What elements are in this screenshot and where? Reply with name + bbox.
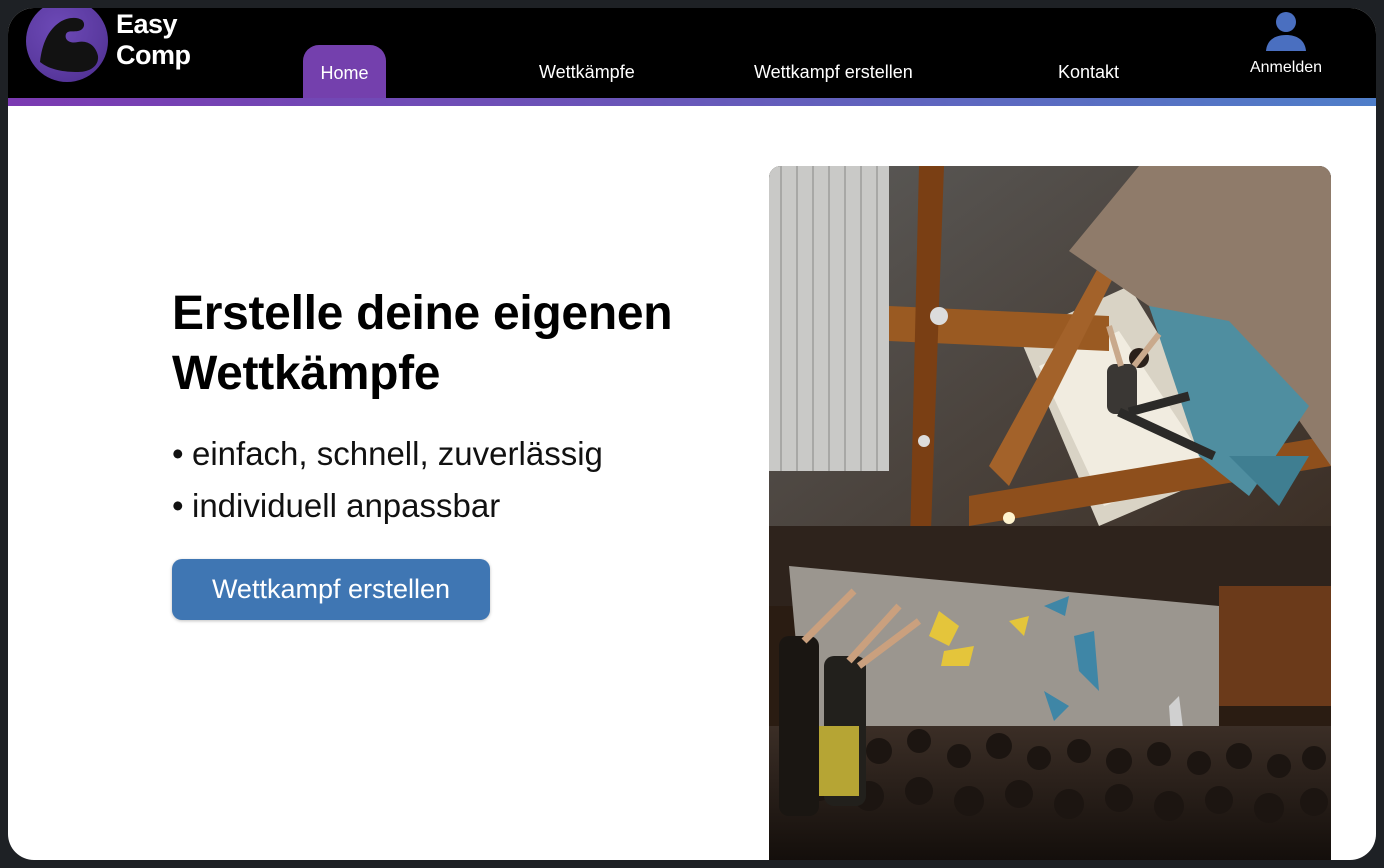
brand-logo[interactable] <box>26 8 108 82</box>
nav-item-home[interactable]: Home <box>303 45 386 100</box>
feature-item-text: einfach, schnell, zuverlässig <box>192 435 603 472</box>
feature-item: • einfach, schnell, zuverlässig <box>172 428 603 480</box>
hero-photo-climbing-competition <box>769 166 1331 860</box>
nav-item-kontakt[interactable]: Kontakt <box>1058 62 1119 83</box>
climbing-hall-illustration <box>769 166 1331 860</box>
login-button[interactable]: Anmelden <box>1244 8 1328 88</box>
login-label: Anmelden <box>1249 59 1323 76</box>
hero-title: Erstelle deine eigenen Wettkämpfe <box>172 284 732 404</box>
hero-title-line2: Wettkämpfe <box>172 347 441 400</box>
bullet-dot: • <box>172 487 184 524</box>
flexed-arm-icon <box>40 17 99 72</box>
brand-name-line2: Comp <box>116 40 191 70</box>
feature-item-text: individuell anpassbar <box>192 487 501 524</box>
create-competition-button[interactable]: Wettkampf erstellen <box>172 559 490 620</box>
brand-name-line1: Easy <box>116 9 178 39</box>
brand-name[interactable]: Easy Comp <box>116 9 191 71</box>
nav-item-wettkampf-erstellen[interactable]: Wettkampf erstellen <box>754 62 913 83</box>
feature-list: • einfach, schnell, zuverlässig • individu… <box>172 428 603 532</box>
header-accent-line <box>8 98 1376 106</box>
top-navigation-bar: Easy Comp Home Wettkämpfe Wettkampf erst… <box>8 8 1376 100</box>
app-window: Easy Comp Home Wettkämpfe Wettkampf erst… <box>8 8 1376 860</box>
hero-title-line1: Erstelle deine eigenen <box>172 287 673 340</box>
nav-item-wettkaempfe[interactable]: Wettkämpfe <box>539 62 635 83</box>
user-icon <box>1266 12 1306 51</box>
feature-item: • individuell anpassbar <box>172 480 603 532</box>
bullet-dot: • <box>172 435 184 472</box>
